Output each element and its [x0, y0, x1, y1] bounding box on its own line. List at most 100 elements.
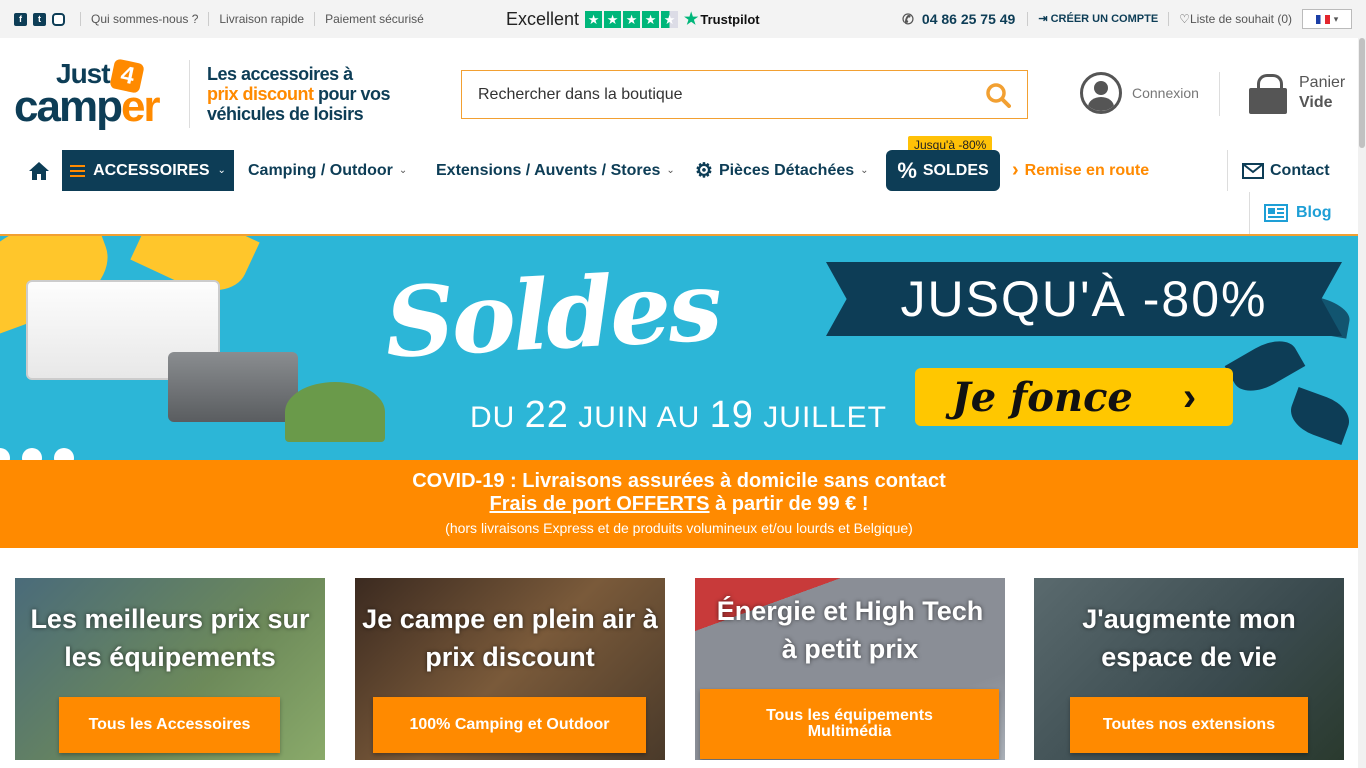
- search-placeholder: Rechercher dans la boutique: [478, 85, 683, 103]
- banner-cta-label: Je fonce: [951, 373, 1133, 421]
- trustpilot-star-icon: ★: [684, 11, 699, 28]
- category-card-multimedia[interactable]: Énergie et High Tech à petit prix Tous l…: [695, 578, 1005, 760]
- carousel-dot[interactable]: [54, 448, 74, 460]
- card-button[interactable]: Tous les équipements Multimédia: [700, 689, 999, 759]
- card-title: Les meilleurs prix sur les équipements: [30, 604, 310, 672]
- card-button[interactable]: Tous les Accessoires: [59, 697, 280, 753]
- banner-ribbon: JUSQU'À -80%: [826, 262, 1342, 336]
- twitter-icon[interactable]: t: [33, 12, 46, 26]
- category-card-extensions[interactable]: J'augmente mon espace de vie Toutes nos …: [1034, 578, 1344, 760]
- card-button[interactable]: 100% Camping et Outdoor: [373, 697, 646, 753]
- cart-label: Panier: [1299, 74, 1346, 91]
- percent-icon: %: [897, 157, 917, 183]
- scrollbar-thumb[interactable]: [1359, 38, 1365, 148]
- divider: [1219, 72, 1220, 116]
- wishlist-label: Liste de souhait (0): [1189, 12, 1292, 26]
- trustpilot-widget[interactable]: Excellent ★ ★ ★ ★ ★ ★ Trustpilot: [506, 0, 760, 38]
- menu-icon: [70, 164, 86, 177]
- user-icon: [1080, 72, 1122, 114]
- search-icon[interactable]: [985, 82, 1011, 108]
- trustpilot-rating-label: Excellent: [506, 8, 580, 29]
- nav-blog-label: Blog: [1296, 204, 1332, 221]
- envelope-icon: [1242, 162, 1264, 179]
- logo-camp: camp: [14, 82, 123, 131]
- nav-remise[interactable]: › Remise en route: [1012, 150, 1149, 191]
- search-input[interactable]: Rechercher dans la boutique: [461, 70, 1028, 119]
- page-scrollbar[interactable]: [1358, 38, 1366, 768]
- tent-image: [285, 382, 385, 442]
- nav-contact-label: Contact: [1270, 161, 1330, 179]
- create-account-label: CRÉER UN COMPTE: [1050, 13, 1159, 25]
- home-icon[interactable]: [28, 150, 50, 191]
- banner-title: Soldes: [382, 249, 722, 380]
- dates-suffix: JUILLET: [753, 401, 887, 434]
- banner-dates: DU 22 JUIN AU 19 JUILLET: [470, 394, 887, 437]
- nav-accessories-label: ACCESSOIRES: [93, 161, 210, 179]
- chevron-right-icon: ›: [1182, 374, 1197, 419]
- date-end: 19: [709, 394, 754, 436]
- nav-camping-label: Camping / Outdoor: [248, 161, 393, 179]
- chevron-down-icon: ⌄: [666, 165, 675, 176]
- language-selector[interactable]: ▾: [1302, 9, 1352, 29]
- facebook-icon[interactable]: f: [14, 12, 27, 26]
- tagline-line1: Les accessoires à: [207, 64, 353, 84]
- top-bar: f t Qui sommes-nous ? Livraison rapide P…: [0, 0, 1366, 38]
- category-card-camping[interactable]: Je campe en plein air à prix discount 10…: [355, 578, 665, 760]
- top-links: Qui sommes-nous ? Livraison rapide Paiem…: [80, 0, 434, 38]
- jeep-image: [168, 352, 298, 422]
- trustpilot-logo: ★ Trustpilot: [684, 9, 760, 29]
- covid-line1: COVID-19 : Livraisons assurées à domicil…: [412, 470, 946, 492]
- category-cards: Les meilleurs prix sur les équipements T…: [0, 578, 1366, 768]
- phone-link[interactable]: ✆ 04 86 25 75 49: [902, 11, 1027, 28]
- card-title: Je campe en plein air à prix discount: [362, 604, 658, 672]
- shopping-bag-icon: [1247, 72, 1289, 114]
- carousel-dot[interactable]: [0, 448, 10, 460]
- category-card-accessories[interactable]: Les meilleurs prix sur les équipements T…: [15, 578, 325, 760]
- newspaper-icon: [1264, 204, 1288, 222]
- date-start: 22: [524, 394, 569, 436]
- free-shipping-link[interactable]: Frais de port OFFERTS: [490, 493, 710, 515]
- nav-sales[interactable]: % SOLDES: [886, 150, 1000, 191]
- nav-accessories[interactable]: ACCESSOIRES ⌄: [62, 150, 234, 191]
- link-about[interactable]: Qui sommes-nous ?: [80, 12, 208, 26]
- link-fast-delivery[interactable]: Livraison rapide: [208, 12, 314, 26]
- phone-number: 04 86 25 75 49: [921, 10, 1016, 27]
- tagline-line3: véhicules de loisirs: [207, 104, 364, 124]
- decor-leaf: [1284, 386, 1356, 446]
- instagram-icon[interactable]: [52, 12, 65, 26]
- nav-spare-parts[interactable]: ⚙ Pièces Détachées ⌄: [695, 150, 869, 191]
- top-right: ✆ 04 86 25 75 49 ⇥ CRÉER UN COMPTE ♡Liste…: [902, 0, 1352, 38]
- logo-badge: 4: [108, 58, 145, 94]
- covid-line2-rest: à partir de 99 € !: [709, 493, 869, 515]
- cart-link[interactable]: Panier Vide: [1247, 72, 1345, 114]
- heart-icon: ♡: [1179, 12, 1190, 26]
- divider: [189, 60, 190, 128]
- card-title: Énergie et High Tech à petit prix: [716, 596, 984, 664]
- card-button[interactable]: Toutes nos extensions: [1070, 697, 1308, 753]
- cart-status: Vide: [1299, 94, 1333, 111]
- covid-line2: Frais de port OFFERTS à partir de 99 € !: [0, 493, 1358, 516]
- site-logo[interactable]: Just 4 camper: [14, 58, 161, 131]
- tagline-highlight: prix discount: [207, 84, 314, 104]
- chevron-down-icon: ⌄: [860, 165, 869, 176]
- chevron-down-icon: ⌄: [217, 165, 226, 176]
- banner-cta-button[interactable]: Je fonce ›: [915, 368, 1233, 426]
- trustpilot-brand: Trustpilot: [700, 11, 760, 27]
- nav-contact[interactable]: Contact: [1227, 150, 1330, 191]
- link-secure-payment[interactable]: Paiement sécurisé: [314, 12, 434, 26]
- nav-camping[interactable]: Camping / Outdoor ⌄: [248, 150, 407, 191]
- nav-extensions[interactable]: Extensions / Auvents / Stores ⌄: [436, 150, 675, 191]
- social-links: f t: [14, 0, 65, 38]
- star-half-icon: ★: [661, 10, 679, 28]
- nav-extensions-label: Extensions / Auvents / Stores: [436, 161, 661, 179]
- star-icon: ★: [642, 10, 660, 28]
- star-icon: ★: [585, 10, 603, 28]
- create-account-link[interactable]: ⇥ CRÉER UN COMPTE: [1027, 12, 1168, 26]
- carousel-dot[interactable]: [22, 448, 42, 460]
- dates-mid: JUIN AU: [568, 401, 710, 434]
- sales-banner[interactable]: Soldes JUSQU'À -80% DU 22 JUIN AU 19 JUI…: [0, 234, 1358, 460]
- wishlist-link[interactable]: ♡Liste de souhait (0): [1168, 12, 1302, 26]
- login-link[interactable]: Connexion: [1080, 72, 1199, 114]
- nav-spare-parts-label: Pièces Détachées: [718, 161, 855, 179]
- nav-blog[interactable]: Blog: [1249, 192, 1332, 234]
